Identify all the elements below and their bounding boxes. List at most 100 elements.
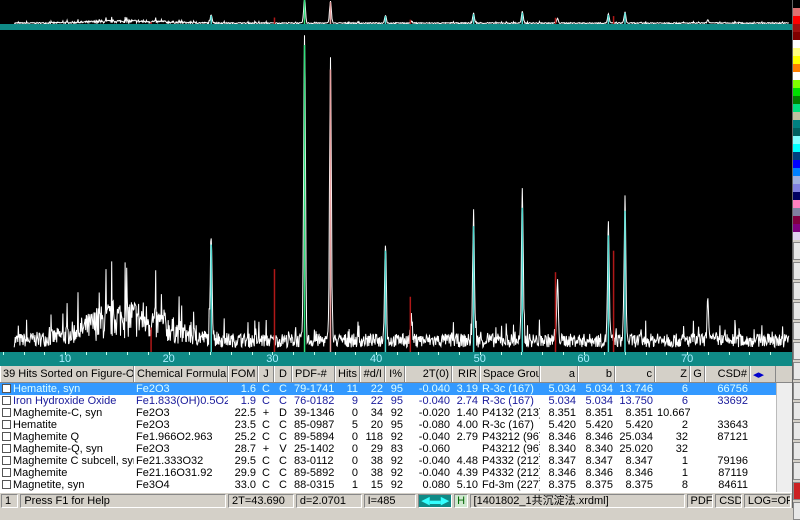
- color-swatch[interactable]: [793, 32, 800, 40]
- chart-icon[interactable]: [793, 402, 800, 420]
- table-cell: 0: [351, 467, 358, 479]
- column-header[interactable]: b: [578, 366, 615, 382]
- fit-icon[interactable]: [793, 382, 800, 400]
- color-swatch[interactable]: [793, 96, 800, 104]
- color-swatch[interactable]: [793, 104, 800, 112]
- arrow-left-icon[interactable]: [793, 302, 800, 320]
- axis-tick: [334, 352, 336, 355]
- color-swatch[interactable]: [793, 184, 800, 192]
- triangle-left-icon[interactable]: [793, 442, 800, 460]
- row-checkbox[interactable]: [2, 384, 11, 393]
- table-row[interactable]: Maghemite C subcell, syn Fe21.333O32 29.5 C…: [0, 455, 792, 467]
- table-cell: C: [262, 455, 270, 467]
- color-swatch[interactable]: [793, 168, 800, 176]
- h-button[interactable]: H: [454, 494, 468, 508]
- color-swatch[interactable]: [793, 0, 800, 8]
- pattern-nav-buttons[interactable]: ◀▬▶: [418, 494, 453, 508]
- arrow-up-icon[interactable]: [793, 282, 800, 300]
- color-palette-toolbar[interactable]: [792, 0, 800, 520]
- color-swatch[interactable]: [793, 200, 800, 208]
- column-header[interactable]: PDF-#: [292, 366, 335, 382]
- table-row[interactable]: Magnetite, syn Fe3O4 33.0 C C 88-0315 1 15 92 0.0…: [0, 479, 792, 491]
- table-row[interactable]: Maghemite-C, syn Fe2O3 22.5 + D 39-1346 0 34 92 -…: [0, 407, 792, 419]
- close-icon[interactable]: [793, 482, 800, 500]
- color-swatch[interactable]: [793, 56, 800, 64]
- pen-icon[interactable]: [793, 262, 800, 280]
- color-swatch[interactable]: [793, 40, 800, 48]
- overview-pattern-strip[interactable]: [0, 0, 792, 30]
- color-swatch[interactable]: [793, 64, 800, 72]
- color-swatch[interactable]: [793, 16, 800, 24]
- color-swatch[interactable]: [793, 8, 800, 16]
- arrow-left-icon[interactable]: [793, 422, 800, 440]
- square-icon[interactable]: [793, 362, 800, 380]
- triangle-left-icon[interactable]: [793, 342, 800, 360]
- column-header[interactable]: I%: [385, 366, 405, 382]
- table-cell: 3.19: [456, 383, 478, 395]
- table-row[interactable]: Maghemite Fe21.16O31.92 29.9 C C 89-5892 0 38 92…: [0, 467, 792, 479]
- row-checkbox[interactable]: [2, 456, 11, 465]
- table-row[interactable]: Iron Hydroxide Oxide Fe1.833(OH)0.5O2.5 1.…: [0, 395, 792, 407]
- color-swatch[interactable]: [793, 176, 800, 184]
- column-header[interactable]: Hits: [335, 366, 360, 382]
- table-cell: 76-0182: [294, 395, 335, 407]
- column-header[interactable]: 2T(0): [405, 366, 452, 382]
- column-scroll-arrows[interactable]: ◂▸: [750, 366, 776, 382]
- table-cell: C: [279, 395, 287, 407]
- column-header[interactable]: J: [258, 366, 274, 382]
- zoom-icon[interactable]: [793, 242, 800, 260]
- color-swatch[interactable]: [793, 88, 800, 96]
- arrow-left-icon[interactable]: [793, 322, 800, 340]
- row-checkbox[interactable]: [2, 468, 11, 477]
- color-swatch[interactable]: [793, 112, 800, 120]
- axis-tick-label: 20: [162, 353, 175, 365]
- table-cell: 92: [390, 467, 403, 479]
- table-row[interactable]: Maghemite-Q, syn Fe2O3 28.7 + V 25-1402 0 29 83 -…: [0, 443, 792, 455]
- row-checkbox[interactable]: [2, 432, 11, 441]
- diffraction-pattern-plot[interactable]: [0, 30, 792, 352]
- column-header[interactable]: G: [690, 366, 705, 382]
- column-header[interactable]: #d/I: [360, 366, 385, 382]
- color-swatch[interactable]: [793, 136, 800, 144]
- column-header[interactable]: Chemical Formula: [134, 366, 228, 382]
- color-swatch[interactable]: [793, 80, 800, 88]
- row-checkbox[interactable]: [2, 420, 11, 429]
- column-header[interactable]: c: [615, 366, 655, 382]
- table-row[interactable]: Hematite Fe2O3 23.5 C C 85-0987 5 20 95 -0.080 4.0…: [0, 419, 792, 431]
- table-cell: 8.351: [585, 407, 613, 419]
- column-header[interactable]: RIR: [452, 366, 480, 382]
- color-swatch[interactable]: [793, 144, 800, 152]
- table-row[interactable]: Maghemite Q Fe1.966O2.963 25.2 C C 89-5894 0 11…: [0, 431, 792, 443]
- color-swatch[interactable]: [793, 72, 800, 80]
- color-swatch[interactable]: [793, 152, 800, 160]
- column-header[interactable]: Space Group: [480, 366, 540, 382]
- arrow-left-icon[interactable]: [793, 462, 800, 480]
- color-swatch[interactable]: [793, 232, 800, 240]
- column-header[interactable]: a: [540, 366, 578, 382]
- table-row[interactable]: Hematite, syn Fe2O3 1.6 C C 79-1741 11 22 95 -0.0…: [0, 383, 792, 395]
- color-swatch[interactable]: [793, 48, 800, 56]
- row-checkbox[interactable]: [2, 396, 11, 405]
- color-swatch[interactable]: [793, 224, 800, 232]
- color-swatch[interactable]: [793, 216, 800, 224]
- table-cell: [690, 455, 705, 467]
- column-header[interactable]: FOM: [228, 366, 258, 382]
- color-swatch[interactable]: [793, 120, 800, 128]
- color-swatch[interactable]: [793, 208, 800, 216]
- column-header[interactable]: 39 Hits Sorted on Figure-Of-M...: [0, 366, 134, 382]
- color-swatch[interactable]: [793, 160, 800, 168]
- cell-name: Maghemite: [0, 467, 134, 479]
- table-cell: 1.40: [456, 407, 478, 419]
- column-header[interactable]: Z: [655, 366, 690, 382]
- column-header[interactable]: D: [274, 366, 292, 382]
- color-swatch[interactable]: [793, 128, 800, 136]
- column-header[interactable]: CSD#: [705, 366, 750, 382]
- search-match-hits-table[interactable]: 39 Hits Sorted on Figure-Of-M...Chemical…: [0, 366, 792, 492]
- color-swatch[interactable]: [793, 24, 800, 32]
- color-swatch[interactable]: [793, 192, 800, 200]
- row-checkbox[interactable]: [2, 480, 11, 489]
- list-icon[interactable]: [793, 502, 800, 520]
- row-checkbox[interactable]: [2, 408, 11, 417]
- row-checkbox[interactable]: [2, 444, 11, 453]
- table-scrollbar[interactable]: [776, 383, 792, 492]
